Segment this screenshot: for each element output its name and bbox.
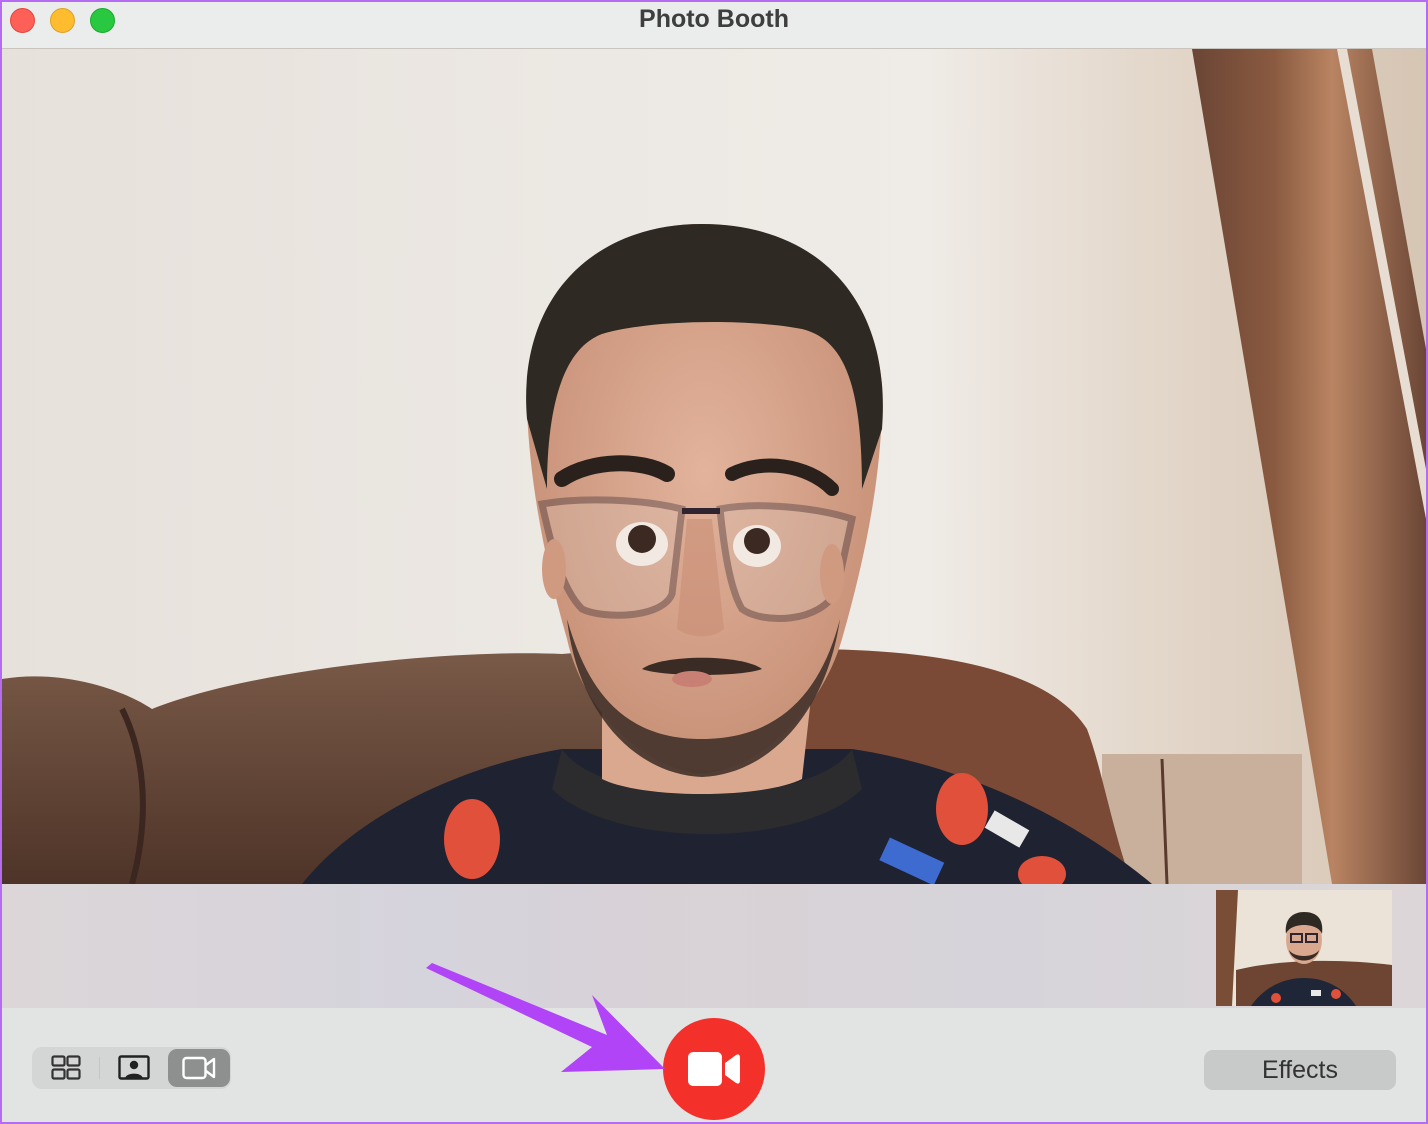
thumbnail-image <box>1216 890 1392 1006</box>
title-bar: Photo Booth <box>2 2 1426 49</box>
thumbnail[interactable] <box>1216 890 1392 1006</box>
mode-video-button[interactable] <box>168 1049 230 1087</box>
video-camera-icon <box>182 1056 216 1080</box>
mode-selector <box>32 1047 231 1089</box>
mode-grid-button[interactable] <box>36 1049 96 1087</box>
record-video-icon <box>688 1052 740 1086</box>
mode-photo-button[interactable] <box>102 1049 166 1087</box>
wall-panel <box>1102 754 1302 884</box>
bottom-toolbar: Effects <box>2 1008 1426 1122</box>
camera-preview <box>2 49 1426 884</box>
effects-button[interactable]: Effects <box>1204 1050 1396 1090</box>
photo-booth-window: Photo Booth Effects <box>2 2 1426 1122</box>
window-title: Photo Booth <box>639 5 789 33</box>
single-photo-icon <box>118 1055 150 1080</box>
record-button[interactable] <box>663 1018 765 1120</box>
photo-strip <box>2 884 1426 1008</box>
segment-divider <box>99 1057 100 1079</box>
four-up-grid-icon <box>51 1055 81 1080</box>
preview-image <box>2 49 1426 884</box>
